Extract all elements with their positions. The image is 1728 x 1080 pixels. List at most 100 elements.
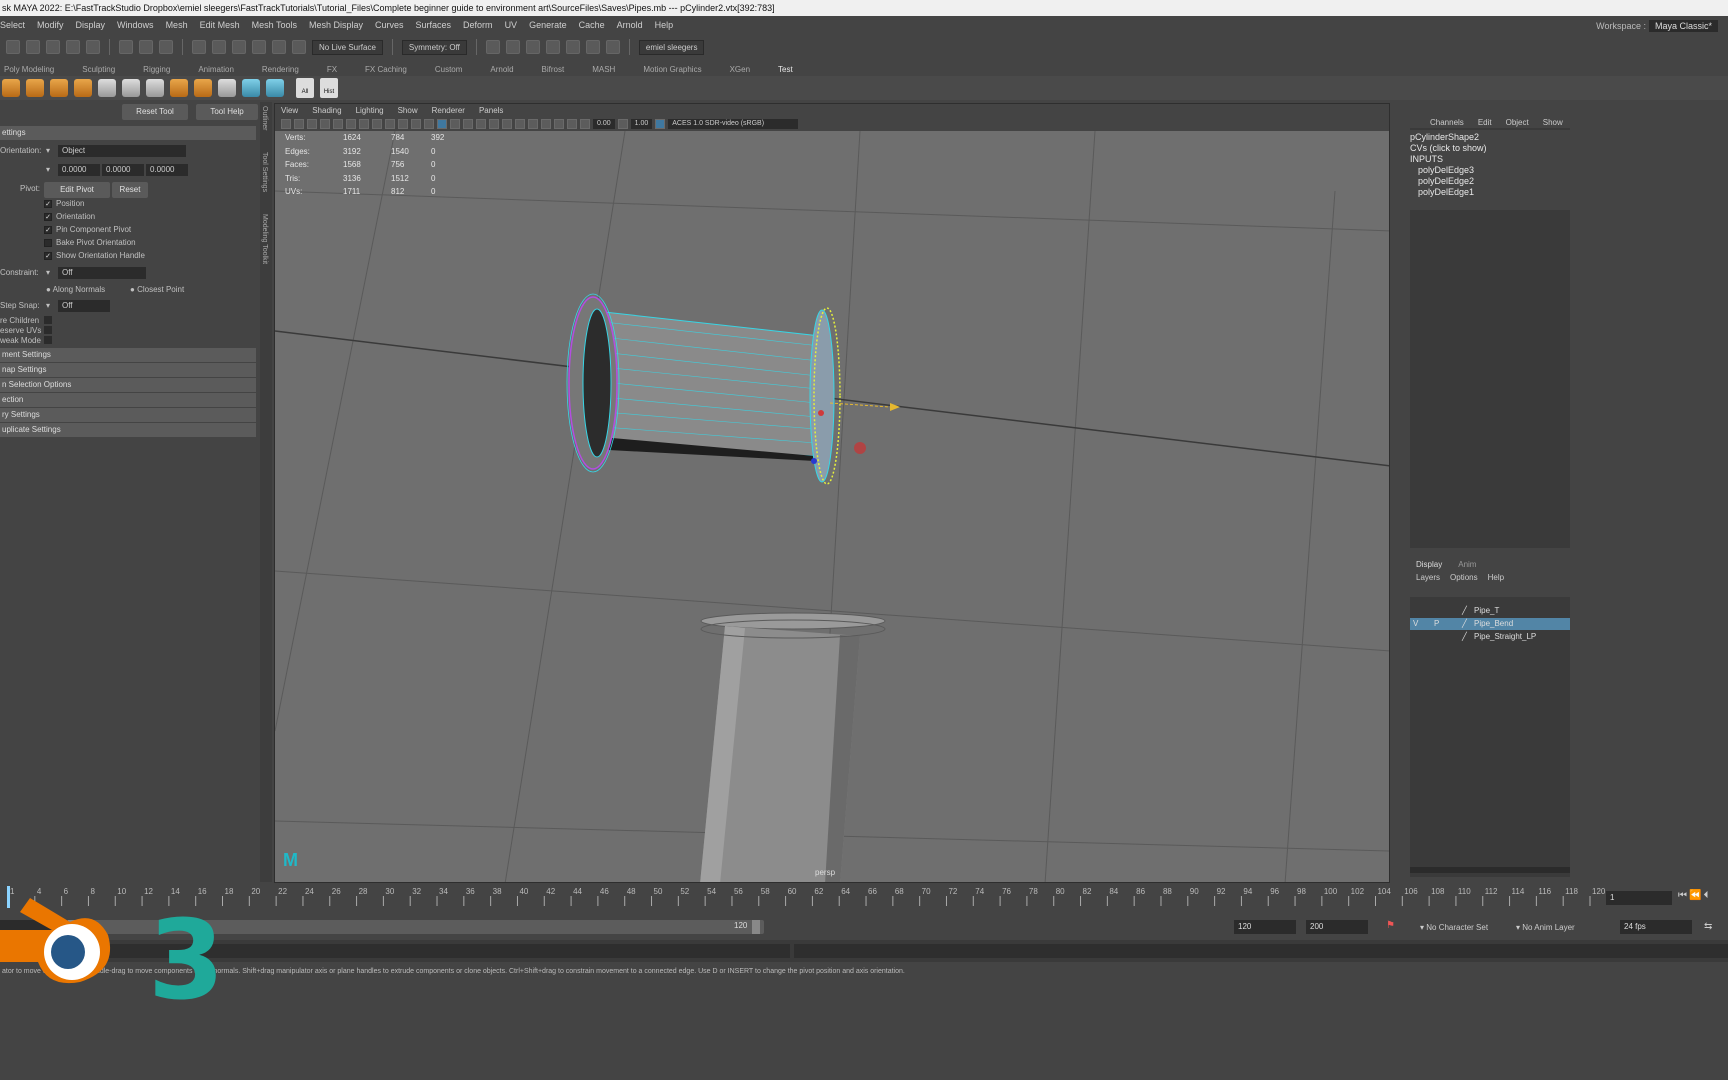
bake-pivot-orientation-checkbox[interactable]: Bake Pivot Orientation <box>44 238 136 247</box>
cube-group-icon[interactable] <box>50 79 68 97</box>
menu-surfaces[interactable]: Surfaces <box>416 20 452 30</box>
reset-tool-button[interactable]: Reset Tool <box>122 104 188 120</box>
cylinders-icon[interactable] <box>26 79 44 97</box>
closest-point-radio[interactable]: ● Closest Point <box>130 285 184 294</box>
shelf-tab-rendering[interactable]: Rendering <box>262 65 299 74</box>
camera-attributes-icon[interactable] <box>294 119 304 129</box>
chevron-down-icon[interactable]: ▾ <box>46 268 50 277</box>
menu-windows[interactable]: Windows <box>117 20 154 30</box>
shelf-all-button[interactable]: All <box>296 78 314 98</box>
menu-cache[interactable]: Cache <box>579 20 605 30</box>
snap-live-icon[interactable] <box>292 40 306 54</box>
input-node[interactable]: polyDelEdge2 <box>1418 176 1474 186</box>
tab-display-layers[interactable]: Display <box>1416 560 1442 569</box>
menu-uv[interactable]: UV <box>505 20 518 30</box>
hypershade-icon[interactable] <box>565 40 580 54</box>
vp-menu-shading[interactable]: Shading <box>312 106 341 115</box>
vp-menu-panels[interactable]: Panels <box>479 106 503 115</box>
shelf-hist-button[interactable]: Hist <box>320 78 338 98</box>
section-header-selection-options[interactable]: n Selection Options <box>0 378 256 392</box>
orientation-z-field[interactable]: 0.0000 <box>146 164 188 176</box>
preserve-children-checkbox[interactable] <box>44 316 52 324</box>
bounding-box-icon[interactable] <box>98 79 116 97</box>
time-slider[interactable]: 1 4 6 8 10 12 14 16 18 20 22 24 26 28 30 32 34 36 38 40 42 44… <box>0 884 1728 912</box>
shelf-tab-xgen[interactable]: XGen <box>730 65 750 74</box>
cvs-toggle[interactable]: CVs (click to show) <box>1410 143 1487 153</box>
chevron-down-icon[interactable]: ▾ <box>46 146 50 155</box>
shelf-tab-arnold[interactable]: Arnold <box>490 65 513 74</box>
cb-menu-show[interactable]: Show <box>1543 118 1563 127</box>
vp-menu-show[interactable]: Show <box>398 106 418 115</box>
pause-icon[interactable] <box>605 40 620 54</box>
select-camera-icon[interactable] <box>281 119 291 129</box>
shape-node-name[interactable]: pCylinderShape2 <box>1410 132 1479 142</box>
loop-icon[interactable]: ⇆ <box>1704 921 1712 932</box>
extrude-icon[interactable] <box>170 79 188 97</box>
tab-outliner[interactable]: Outliner <box>261 106 268 131</box>
smooth-shade-icon[interactable] <box>437 119 447 129</box>
show-orientation-handle-checkbox[interactable]: ✓ Show Orientation Handle <box>44 251 145 260</box>
visibility-toggle[interactable]: V <box>1413 618 1418 630</box>
vp-menu-lighting[interactable]: Lighting <box>356 106 384 115</box>
viewport-scene[interactable]: M <box>275 131 1390 883</box>
render-view-icon[interactable] <box>485 40 500 54</box>
undo-icon[interactable] <box>66 40 80 54</box>
xray-joints-icon[interactable] <box>554 119 564 129</box>
antialias-icon[interactable] <box>515 119 525 129</box>
layer-menu-options[interactable]: Options <box>1450 573 1478 582</box>
cube-icon[interactable] <box>74 79 92 97</box>
shelf-tab-custom[interactable]: Custom <box>435 65 463 74</box>
menu-mesh-tools[interactable]: Mesh Tools <box>252 20 297 30</box>
safe-action-icon[interactable] <box>398 119 408 129</box>
orientation-checkbox[interactable]: ✓ Orientation <box>44 212 95 221</box>
section-header-snap[interactable]: nap Settings <box>0 363 256 377</box>
fps-dropdown[interactable]: 24 fps <box>1620 920 1692 934</box>
preserve-uvs-checkbox[interactable] <box>44 326 52 334</box>
textured-icon[interactable] <box>463 119 473 129</box>
menu-edit-mesh[interactable]: Edit Mesh <box>200 20 240 30</box>
input-node[interactable]: polyDelEdge1 <box>1418 187 1474 197</box>
select-component-icon[interactable] <box>159 40 173 54</box>
bevel-icon[interactable] <box>194 79 212 97</box>
anim-layer-dropdown[interactable]: ▾ No Anim Layer <box>1516 923 1575 932</box>
menu-arnold[interactable]: Arnold <box>617 20 643 30</box>
cb-menu-channels[interactable]: Channels <box>1430 118 1464 127</box>
section-header-settings[interactable]: ettings <box>0 126 256 140</box>
snap-view-icon[interactable] <box>252 40 266 54</box>
snap-curve-icon[interactable] <box>212 40 226 54</box>
select-object-icon[interactable] <box>139 40 153 54</box>
new-scene-icon[interactable] <box>6 40 20 54</box>
snap-surface-icon[interactable] <box>272 40 286 54</box>
cb-menu-object[interactable]: Object <box>1506 118 1529 127</box>
grid-toggle-icon[interactable] <box>333 119 343 129</box>
layer-scrollbar[interactable] <box>1410 867 1570 873</box>
edit-pivot-button[interactable]: Edit Pivot <box>44 182 110 198</box>
step-snap-dropdown[interactable]: Off <box>58 300 110 312</box>
image-plane-icon[interactable] <box>320 119 330 129</box>
position-checkbox[interactable]: ✓ Position <box>44 199 84 208</box>
color-management-icon[interactable] <box>655 119 666 129</box>
exposure-icon[interactable] <box>580 119 590 129</box>
tweak-mode-row[interactable]: weak Mode <box>0 336 41 345</box>
constraint-dropdown[interactable]: Off <box>58 267 146 279</box>
shelf-tab-bifrost[interactable]: Bifrost <box>542 65 565 74</box>
wireframe-on-shaded-icon[interactable] <box>450 119 460 129</box>
snap-point-icon[interactable] <box>232 40 246 54</box>
xray-icon[interactable] <box>541 119 551 129</box>
preserve-uvs-row[interactable]: eserve UVs <box>0 326 41 335</box>
section-header-duplicate[interactable]: uplicate Settings <box>0 423 256 437</box>
layer-menu-layers[interactable]: Layers <box>1416 573 1440 582</box>
shelf-tab-motion-graphics[interactable]: Motion Graphics <box>643 65 701 74</box>
multicut-icon[interactable] <box>218 79 236 97</box>
film-gate-icon[interactable] <box>346 119 356 129</box>
menu-curves[interactable]: Curves <box>375 20 404 30</box>
pencil-icon[interactable] <box>146 79 164 97</box>
wireframe-icon[interactable] <box>424 119 434 129</box>
chevron-down-icon[interactable]: ▾ <box>46 301 50 310</box>
cb-menu-edit[interactable]: Edit <box>1478 118 1492 127</box>
playback-toggle[interactable]: P <box>1434 618 1439 630</box>
ipr-render-icon[interactable] <box>525 40 540 54</box>
grid-icon[interactable] <box>122 79 140 97</box>
sphere-icon[interactable] <box>2 79 20 97</box>
section-header-increment[interactable]: ment Settings <box>0 348 256 362</box>
